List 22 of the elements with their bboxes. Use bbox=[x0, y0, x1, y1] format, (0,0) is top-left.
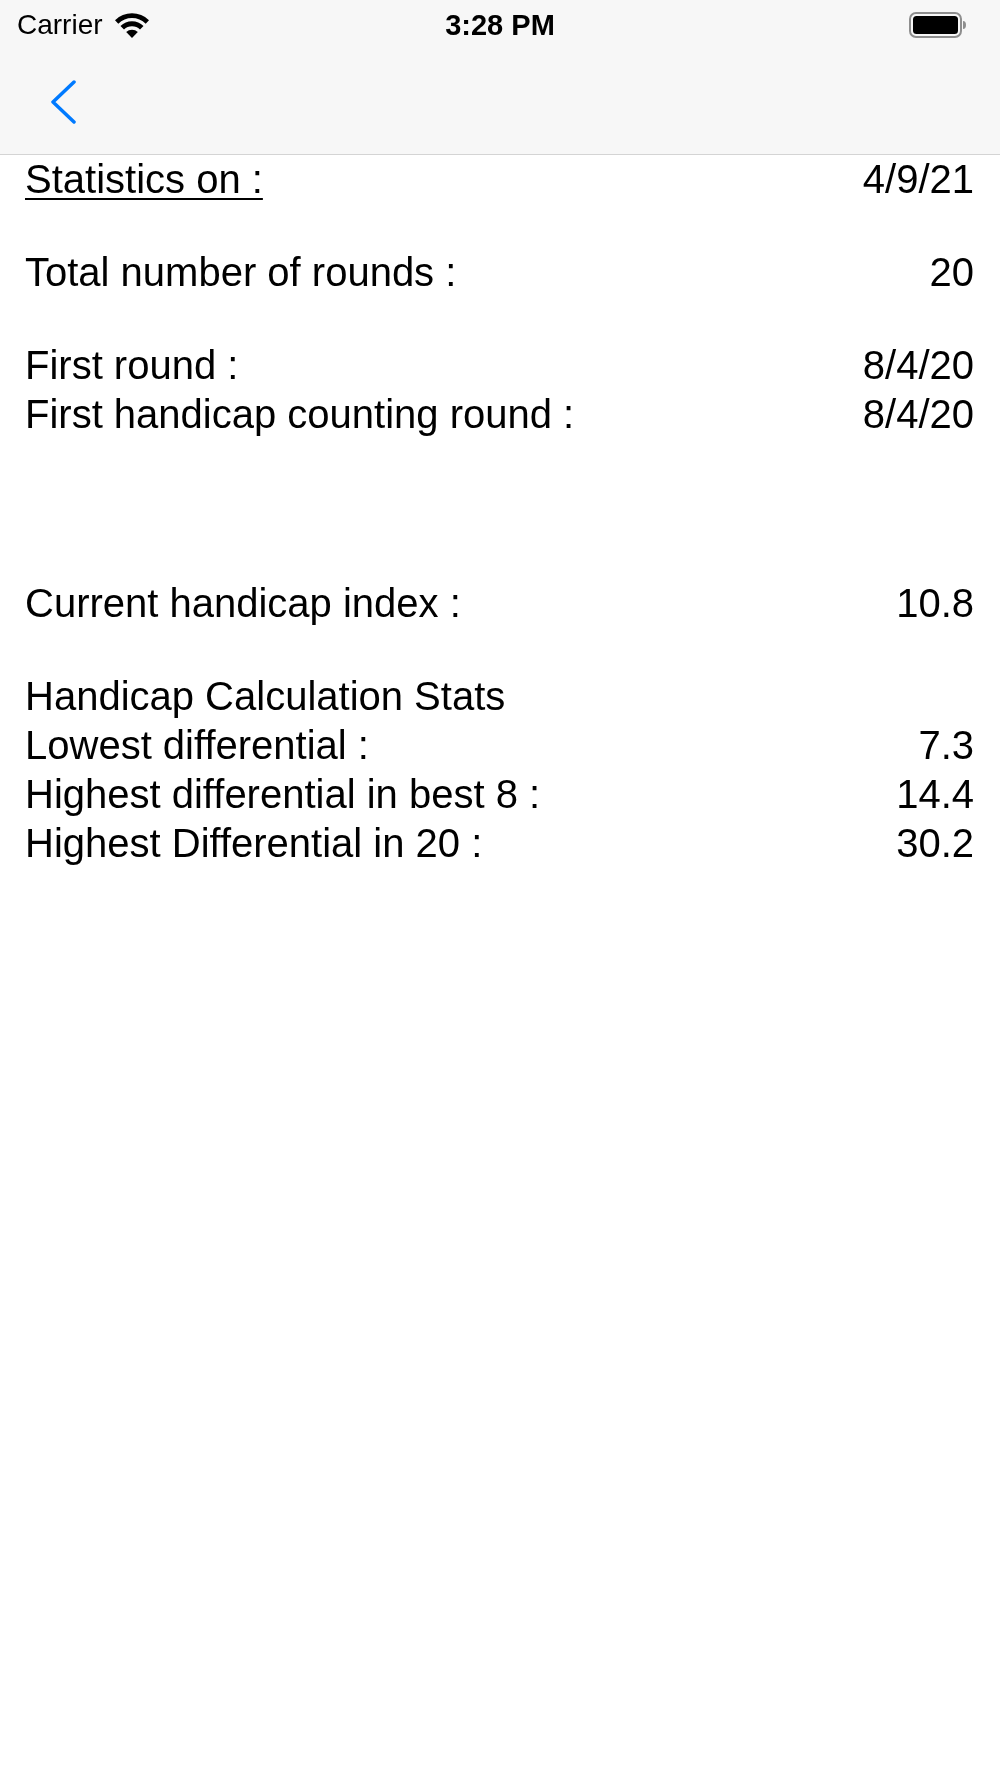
stat-label: Current handicap index : bbox=[25, 580, 461, 627]
stat-value: 8/4/20 bbox=[862, 391, 974, 438]
chevron-left-icon bbox=[49, 80, 77, 124]
stat-label: Highest Differential in 20 : bbox=[25, 820, 483, 867]
battery-icon bbox=[909, 12, 966, 38]
stat-value: 20 bbox=[929, 249, 974, 296]
heading-label: Statistics on : bbox=[25, 156, 263, 203]
time-label: 3:28 PM bbox=[445, 9, 555, 41]
stat-value: 10.8 bbox=[896, 580, 974, 627]
stat-label: First round : bbox=[25, 342, 239, 389]
date-value: 4/9/21 bbox=[862, 156, 974, 203]
stat-value: 7.3 bbox=[918, 722, 974, 769]
stat-value: 30.2 bbox=[896, 820, 974, 867]
stat-label: Total number of rounds : bbox=[25, 249, 457, 296]
stat-label: Highest differential in best 8 : bbox=[25, 771, 541, 818]
wifi-icon bbox=[114, 12, 149, 38]
stat-label: First handicap counting round : bbox=[25, 391, 575, 438]
stat-value: 8/4/20 bbox=[862, 342, 974, 389]
stat-value: 14.4 bbox=[896, 771, 974, 818]
carrier-label: Carrier bbox=[17, 9, 103, 41]
stat-label: Lowest differential : bbox=[25, 722, 369, 769]
section-title: Handicap Calculation Stats bbox=[25, 673, 507, 720]
